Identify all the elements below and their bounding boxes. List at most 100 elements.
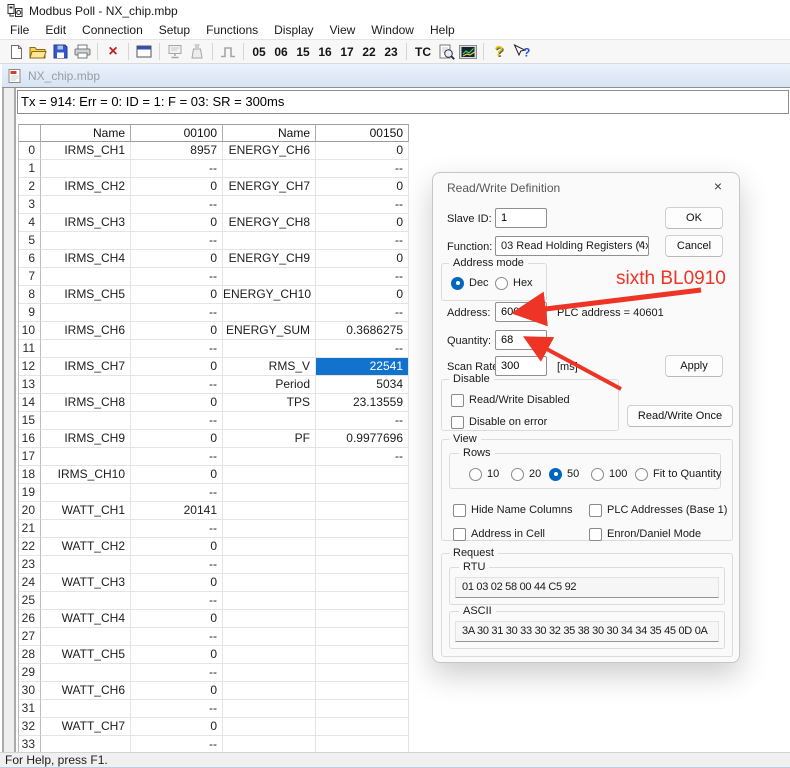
value-cell[interactable]: 0 bbox=[316, 178, 409, 196]
name-cell[interactable] bbox=[41, 376, 131, 394]
name-cell[interactable] bbox=[223, 448, 316, 466]
name-cell[interactable]: WATT_CH3 bbox=[41, 574, 131, 592]
value-cell[interactable]: -- bbox=[131, 268, 223, 286]
value-cell[interactable]: 0 bbox=[131, 610, 223, 628]
value-cell[interactable]: -- bbox=[316, 304, 409, 322]
name-cell[interactable] bbox=[41, 520, 131, 538]
name-cell[interactable] bbox=[41, 232, 131, 250]
value-cell[interactable]: -- bbox=[131, 304, 223, 322]
name-cell[interactable]: ENERGY_CH10 bbox=[223, 286, 316, 304]
value-cell[interactable]: 0 bbox=[131, 250, 223, 268]
value-cell[interactable]: 0 bbox=[316, 214, 409, 232]
name-cell[interactable] bbox=[223, 736, 316, 752]
value-cell[interactable]: -- bbox=[316, 448, 409, 466]
value-cell[interactable]: 0 bbox=[131, 718, 223, 736]
name-cell[interactable] bbox=[41, 628, 131, 646]
radio-fit-to-quantity[interactable]: Fit to Quantity bbox=[635, 467, 721, 481]
tc-button[interactable]: TC bbox=[411, 41, 435, 62]
name-cell[interactable]: WATT_CH4 bbox=[41, 610, 131, 628]
value-cell[interactable] bbox=[316, 610, 409, 628]
value-cell[interactable]: 0 bbox=[131, 646, 223, 664]
value-cell[interactable] bbox=[316, 556, 409, 574]
name-cell[interactable]: IRMS_CH9 bbox=[41, 430, 131, 448]
value-cell[interactable]: -- bbox=[316, 160, 409, 178]
name-cell[interactable] bbox=[223, 268, 316, 286]
radio-50[interactable]: 50 bbox=[549, 467, 579, 481]
name-cell[interactable]: ENERGY_CH7 bbox=[223, 178, 316, 196]
address-input[interactable] bbox=[495, 302, 547, 322]
context-help-button[interactable]: ? bbox=[510, 41, 533, 62]
value-cell[interactable]: -- bbox=[316, 340, 409, 358]
value-cell[interactable]: 0 bbox=[316, 142, 409, 160]
menu-window[interactable]: Window bbox=[363, 22, 422, 38]
value-cell[interactable]: 0 bbox=[131, 214, 223, 232]
value-cell[interactable]: -- bbox=[316, 196, 409, 214]
name-cell[interactable]: IRMS_CH8 bbox=[41, 394, 131, 412]
name-cell[interactable]: IRMS_CH5 bbox=[41, 286, 131, 304]
name-cell[interactable] bbox=[223, 718, 316, 736]
print-button[interactable] bbox=[71, 41, 93, 62]
value-cell[interactable] bbox=[316, 538, 409, 556]
radio-dec[interactable]: Dec bbox=[451, 276, 489, 290]
open-file-button[interactable] bbox=[27, 41, 49, 62]
value-cell[interactable] bbox=[316, 736, 409, 752]
menu-view[interactable]: View bbox=[322, 22, 364, 38]
checkbox-enron-daniel-mode[interactable]: Enron/Daniel Mode bbox=[589, 527, 701, 541]
value-cell[interactable]: 0 bbox=[316, 286, 409, 304]
value-cell[interactable]: -- bbox=[131, 412, 223, 430]
quantity-input[interactable] bbox=[495, 330, 547, 350]
name-cell[interactable] bbox=[223, 700, 316, 718]
value-cell[interactable]: -- bbox=[131, 160, 223, 178]
value-cell[interactable]: 0 bbox=[131, 466, 223, 484]
radio-100[interactable]: 100 bbox=[591, 467, 627, 481]
function-17-button[interactable]: 17 bbox=[336, 41, 358, 62]
radio-10[interactable]: 10 bbox=[469, 467, 499, 481]
chart-button[interactable] bbox=[457, 41, 479, 62]
value-cell[interactable] bbox=[316, 628, 409, 646]
data-log-button[interactable] bbox=[186, 41, 208, 62]
name-cell[interactable] bbox=[41, 664, 131, 682]
name-cell[interactable] bbox=[41, 556, 131, 574]
name-cell[interactable]: IRMS_CH1 bbox=[41, 142, 131, 160]
name-cell[interactable] bbox=[223, 160, 316, 178]
value-cell[interactable] bbox=[316, 646, 409, 664]
value-cell[interactable]: -- bbox=[316, 268, 409, 286]
function-select[interactable]: 03 Read Holding Registers (4x) ∨ bbox=[495, 236, 649, 256]
name-cell[interactable] bbox=[223, 196, 316, 214]
value-cell[interactable]: -- bbox=[131, 736, 223, 752]
function-15-button[interactable]: 15 bbox=[292, 41, 314, 62]
apply-button[interactable]: Apply bbox=[665, 355, 723, 377]
radio-hex[interactable]: Hex bbox=[495, 276, 533, 290]
value-cell[interactable]: 0 bbox=[131, 178, 223, 196]
value-cell[interactable]: 20141 bbox=[131, 502, 223, 520]
value-cell[interactable]: 0 bbox=[131, 394, 223, 412]
name-cell[interactable]: IRMS_CH10 bbox=[41, 466, 131, 484]
value-cell[interactable]: 0 bbox=[131, 358, 223, 376]
name-cell[interactable]: ENERGY_SUM bbox=[223, 322, 316, 340]
value-cell[interactable]: -- bbox=[131, 520, 223, 538]
value-cell[interactable]: -- bbox=[131, 700, 223, 718]
scan-rate-input[interactable] bbox=[495, 356, 547, 376]
value-cell[interactable] bbox=[316, 574, 409, 592]
name-cell[interactable] bbox=[41, 196, 131, 214]
read-write-once-button[interactable]: Read/Write Once bbox=[627, 405, 733, 427]
menu-functions[interactable]: Functions bbox=[198, 22, 266, 38]
close-icon[interactable]: × bbox=[709, 178, 727, 196]
value-cell[interactable] bbox=[316, 502, 409, 520]
new-file-button[interactable] bbox=[5, 41, 27, 62]
value-cell[interactable]: -- bbox=[131, 376, 223, 394]
name-cell[interactable] bbox=[41, 340, 131, 358]
value-cell[interactable]: 0 bbox=[131, 682, 223, 700]
value-cell[interactable]: 0 bbox=[131, 286, 223, 304]
name-cell[interactable] bbox=[41, 484, 131, 502]
name-cell[interactable]: WATT_CH1 bbox=[41, 502, 131, 520]
cancel-button[interactable]: Cancel bbox=[665, 235, 723, 257]
name-cell[interactable]: WATT_CH2 bbox=[41, 538, 131, 556]
value-cell[interactable]: -- bbox=[131, 448, 223, 466]
name-cell[interactable]: ENERGY_CH6 bbox=[223, 142, 316, 160]
value-cell[interactable]: -- bbox=[316, 232, 409, 250]
name-cell[interactable] bbox=[41, 736, 131, 752]
communication-traffic-button[interactable] bbox=[164, 41, 186, 62]
name-cell[interactable]: IRMS_CH7 bbox=[41, 358, 131, 376]
name-cell[interactable] bbox=[41, 304, 131, 322]
